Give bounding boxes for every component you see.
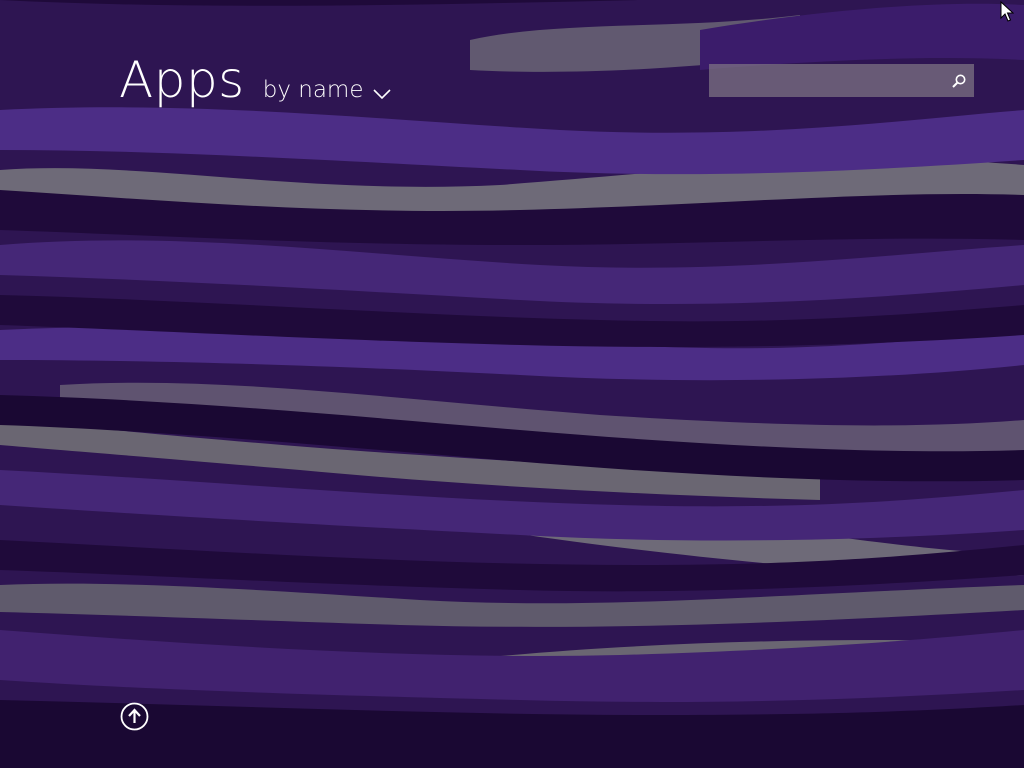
mouse-pointer-icon — [1000, 0, 1015, 23]
search-input[interactable] — [709, 64, 945, 97]
background-wallpaper — [0, 0, 1024, 768]
sort-by-label: by name — [262, 77, 364, 103]
search-icon[interactable] — [944, 64, 974, 97]
chevron-down-icon — [373, 80, 392, 106]
scroll-up-button[interactable] — [120, 702, 149, 731]
sort-by-dropdown[interactable]: by name — [263, 77, 392, 103]
arrow-up-circle-icon — [120, 702, 149, 731]
apps-screen: Apps by name — [0, 0, 1024, 768]
page-title: Apps — [119, 51, 245, 109]
search-box[interactable] — [709, 64, 974, 97]
page-header: Apps by name — [119, 50, 392, 110]
